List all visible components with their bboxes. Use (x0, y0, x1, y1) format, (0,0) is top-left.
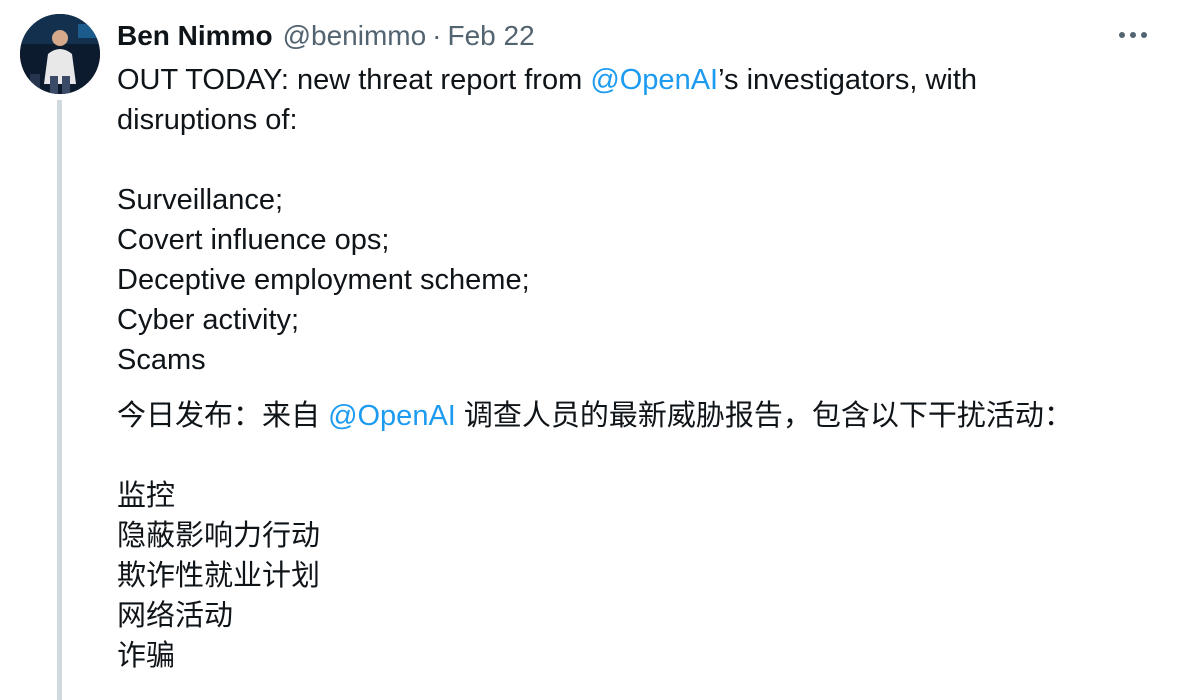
zh-suffix: 调查人员的最新威胁报告，包含以下干扰活动： (455, 400, 1073, 432)
list-item-zh: 欺诈性就业计划 (117, 560, 321, 592)
zh-prefix: 今日发布：来自 (117, 400, 329, 432)
tweet-header: Ben Nimmo @benimmo · Feb 22 (117, 16, 535, 56)
list-item-en: Surveillance; (117, 184, 284, 216)
avatar[interactable] (20, 14, 100, 94)
tweet-text: OUT TODAY: new threat report from @OpenA… (117, 60, 1157, 676)
intro-line-2: disruptions of: (117, 104, 298, 136)
mention-openai-link[interactable]: @OpenAI (590, 64, 718, 96)
list-item-zh: 监控 (117, 480, 176, 512)
list-item-zh: 诈骗 (117, 640, 176, 672)
separator-dot: · (432, 20, 442, 51)
list-item-zh: 隐蔽影响力行动 (117, 520, 321, 552)
author-handle[interactable]: @benimmo (283, 20, 427, 52)
tweet-date[interactable]: Feb 22 (448, 20, 535, 52)
intro-prefix: OUT TODAY: new threat report from (117, 64, 591, 96)
more-horizontal-icon (1119, 32, 1147, 38)
list-item-en: Cyber activity; (117, 304, 300, 336)
intro-line: OUT TODAY: new threat report from @OpenA… (117, 60, 1157, 100)
author-name[interactable]: Ben Nimmo (117, 20, 273, 52)
more-options-button[interactable] (1110, 18, 1156, 52)
list-item-zh: 网络活动 (117, 600, 234, 632)
intro-suffix: ’s investigators, with (718, 64, 978, 96)
list-item-en: Covert influence ops; (117, 224, 390, 256)
zh-intro-line: 今日发布：来自 @OpenAI 调查人员的最新威胁报告，包含以下干扰活动： (117, 396, 1157, 436)
mention-openai-link-zh[interactable]: @OpenAI (328, 400, 456, 432)
avatar-photo (20, 14, 100, 94)
list-item-en: Deceptive employment scheme; (117, 264, 530, 296)
list-item-en: Scams (117, 344, 206, 376)
thread-line (57, 100, 62, 700)
